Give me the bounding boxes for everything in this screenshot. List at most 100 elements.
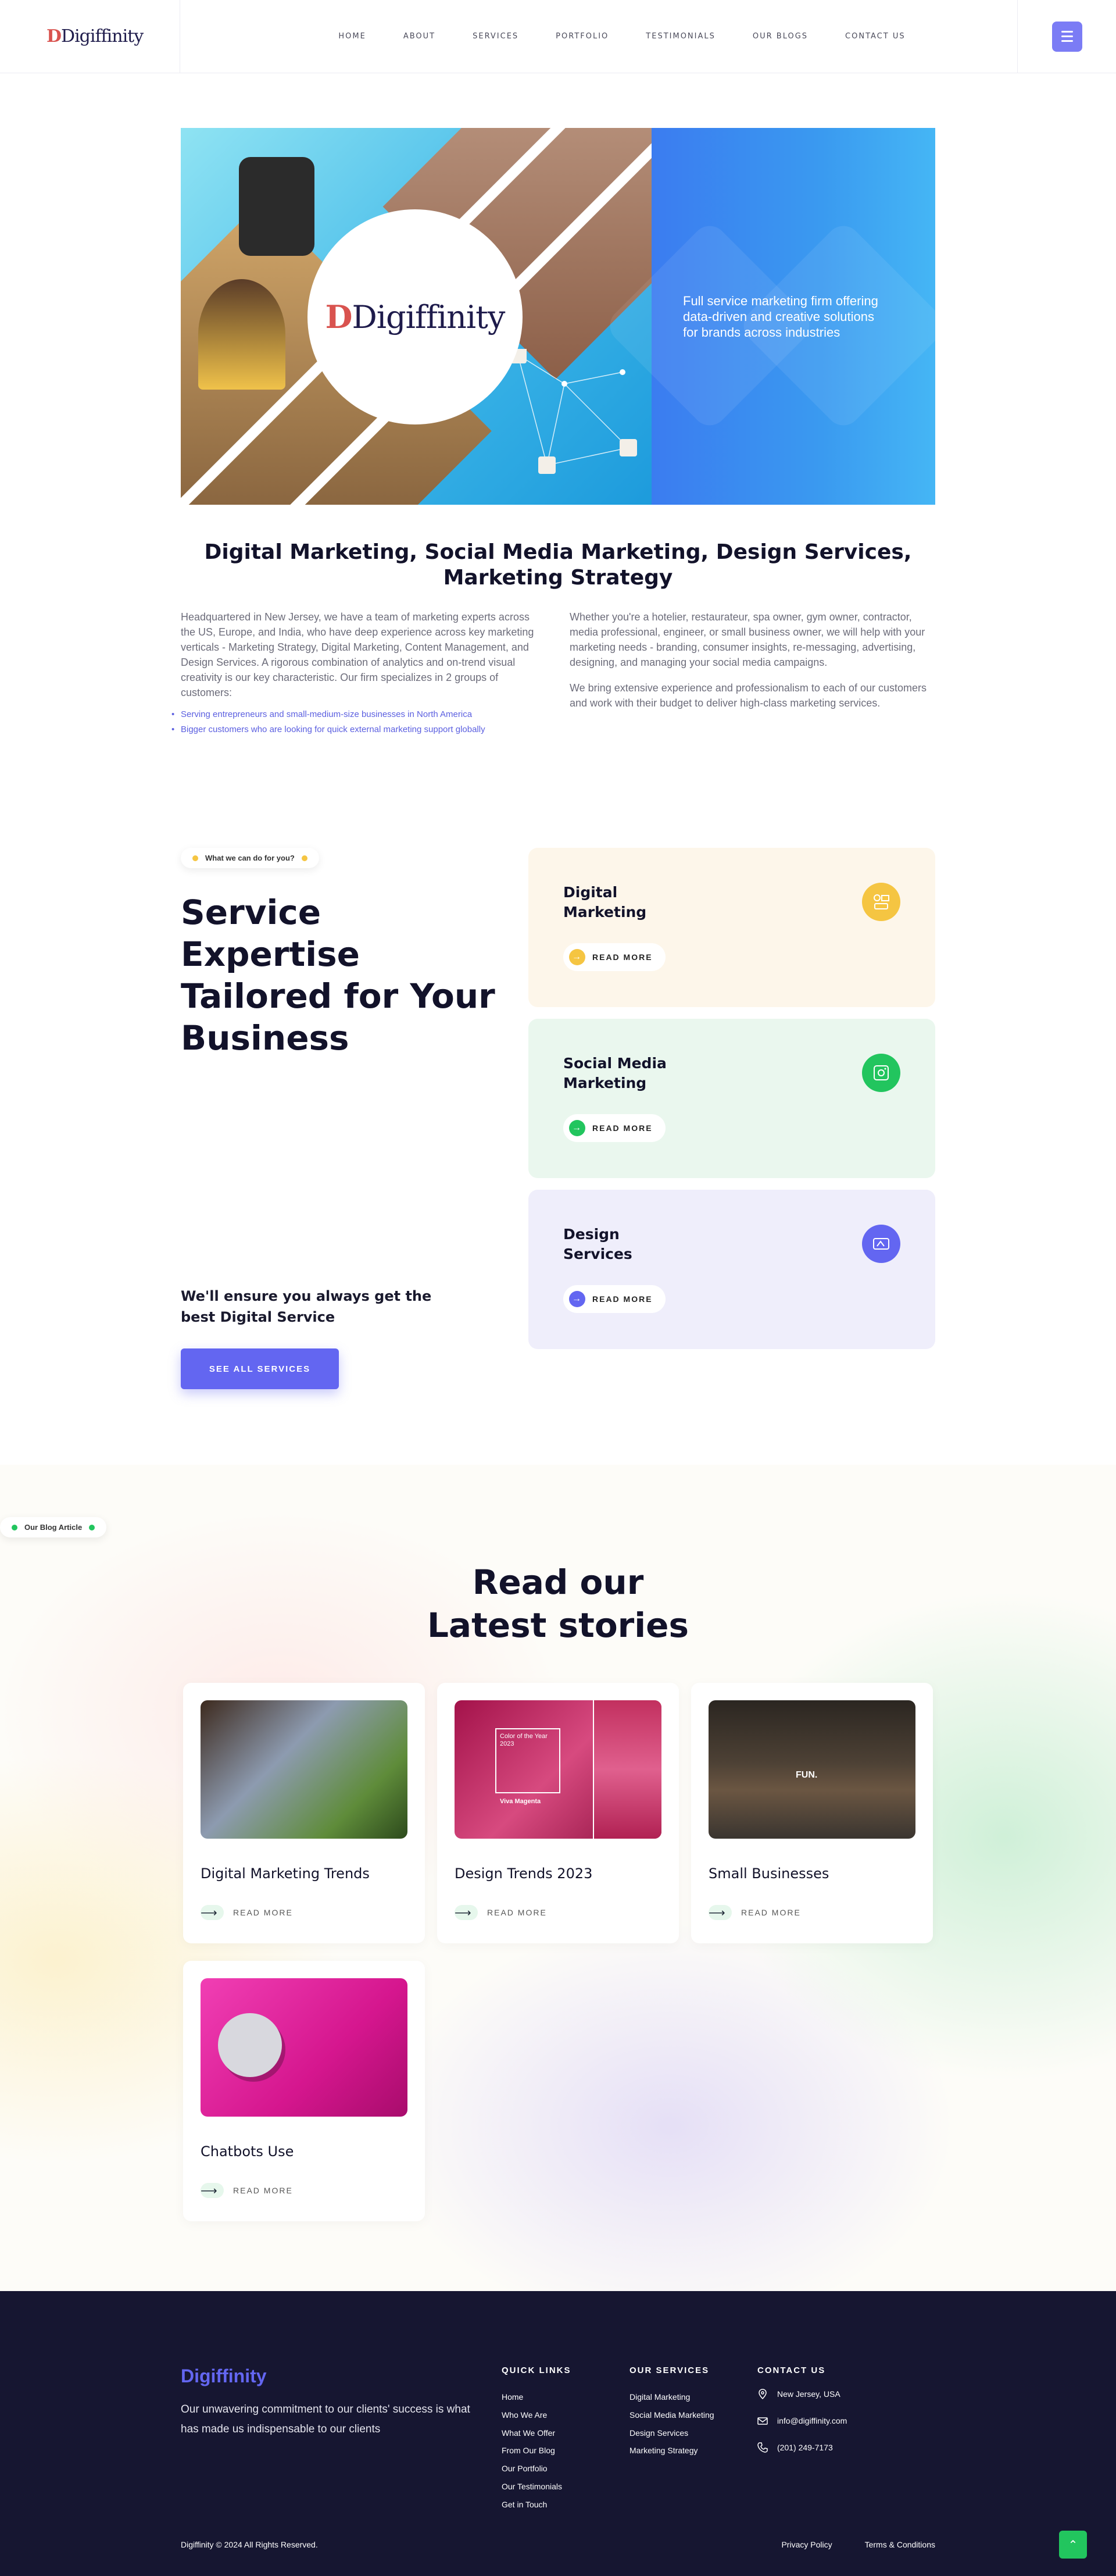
- service-card-title: Digital Marketing: [563, 884, 647, 920]
- read-more-link[interactable]: ⟶ READ MORE: [201, 2183, 407, 2198]
- blog-card-title[interactable]: Design Trends 2023: [455, 1865, 661, 1882]
- contact-phone[interactable]: (201) 249-7173: [757, 2442, 885, 2453]
- customer-groups-list: Serving entrepreneurs and small-medium-s…: [171, 707, 546, 737]
- arrow-right-icon: ⟶: [201, 2183, 224, 2198]
- intro-section: Digital Marketing, Social Media Marketin…: [171, 540, 935, 737]
- service-card-title: Social Media Marketing: [563, 1055, 667, 1091]
- footer-tagline: Our unwavering commitment to our clients…: [181, 2403, 470, 2435]
- contact-email[interactable]: info@digiffinity.com: [757, 2415, 885, 2427]
- terms-conditions-link[interactable]: Terms & Conditions: [865, 2540, 935, 2549]
- hero-logo-circle: DDigiffinity: [307, 209, 523, 424]
- hamburger-menu-icon[interactable]: [1051, 21, 1082, 52]
- footer-columns: Digiffinity Our unwavering commitment to…: [181, 2366, 935, 2514]
- nav-portfolio[interactable]: PORTFOLIO: [556, 32, 609, 41]
- footer-contact: CONTACT US New Jersey, USA info@digiffin…: [757, 2366, 885, 2514]
- read-more-link[interactable]: ⟶ READ MORE: [201, 1905, 407, 1920]
- nav-contact-us[interactable]: CONTACT US: [845, 32, 906, 41]
- site-logo[interactable]: DDigiffinity: [46, 26, 144, 47]
- footer-link-portfolio[interactable]: Our Portfolio: [502, 2460, 629, 2478]
- footer-link-who-we-are[interactable]: Who We Are: [502, 2406, 629, 2424]
- arrow-right-icon: ⟶: [709, 1905, 732, 1920]
- footer-link-blog[interactable]: From Our Blog: [502, 2442, 629, 2460]
- intro-left-text: Headquartered in New Jersey, we have a t…: [181, 611, 534, 698]
- chat-bubble-icon: [218, 2013, 282, 2077]
- blog-card[interactable]: Chatbots Use ⟶ READ MORE: [183, 1961, 425, 2221]
- blog-card-title[interactable]: Small Businesses: [709, 1865, 915, 1882]
- hero-tagline-panel: Full service marketing firm offering dat…: [603, 128, 935, 505]
- footer-link-marketing-strategy[interactable]: Marketing Strategy: [629, 2442, 757, 2460]
- viva-magenta-label: Viva Magenta: [500, 1798, 541, 1805]
- copyright-text: Digiffinity © 2024 All Rights Reserved.: [181, 2540, 318, 2549]
- location-pin-icon: [759, 2389, 767, 2399]
- service-cards: Digital Marketing → READ MORE Social Med…: [528, 848, 935, 1389]
- intro-right-text-2: We bring extensive experience and profes…: [570, 682, 927, 709]
- arrow-right-icon: →: [569, 1120, 585, 1136]
- footer-link-digital-marketing[interactable]: Digital Marketing: [629, 2388, 757, 2406]
- service-card-social-media[interactable]: Social Media Marketing → READ MORE: [528, 1019, 935, 1178]
- blog-header: Our Blog Article Read our Latest stories: [0, 1517, 1116, 1647]
- footer-link-testimonials[interactable]: Our Testimonials: [502, 2478, 629, 2496]
- footer-services: OUR SERVICES Digital Marketing Social Me…: [629, 2366, 757, 2514]
- nav-our-blogs[interactable]: OUR BLOGS: [753, 32, 808, 41]
- contact-location: New Jersey, USA: [757, 2388, 885, 2400]
- dot-icon: [301, 855, 307, 861]
- footer-logo[interactable]: Digiffinity: [181, 2366, 502, 2387]
- footer-brand: Digiffinity Our unwavering commitment to…: [181, 2366, 502, 2514]
- blog-heading: Read our Latest stories: [427, 1562, 689, 1645]
- digital-marketing-icon: [862, 883, 900, 921]
- read-more-button[interactable]: → READ MORE: [563, 1114, 666, 1142]
- blog-card[interactable]: Color of the Year 2023 Viva Magenta Desi…: [437, 1683, 679, 1943]
- arrow-right-icon: ⟶: [455, 1905, 478, 1920]
- service-card-title: Design Services: [563, 1226, 632, 1262]
- blog-grid: Digital Marketing Trends ⟶ READ MORE Col…: [183, 1683, 933, 2221]
- blog-section: Our Blog Article Read our Latest stories…: [0, 1465, 1116, 2291]
- footer-link-design-services[interactable]: Design Services: [629, 2424, 757, 2442]
- intro-left-column: Headquartered in New Jersey, we have a t…: [171, 609, 546, 737]
- read-more-link[interactable]: ⟶ READ MORE: [709, 1905, 915, 1920]
- hero-logo: DDigiffinity: [325, 298, 506, 336]
- nav-about[interactable]: ABOUT: [403, 32, 435, 41]
- logo-container[interactable]: DDigiffinity: [0, 0, 180, 73]
- nav-testimonials[interactable]: TESTIMONIALS: [646, 32, 716, 41]
- service-card-design-services[interactable]: Design Services → READ MORE: [528, 1190, 935, 1349]
- nav-home[interactable]: HOME: [338, 32, 366, 41]
- footer-link-what-we-offer[interactable]: What We Offer: [502, 2424, 629, 2442]
- design-icon: [862, 1225, 900, 1263]
- main-nav: HOME ABOUT SERVICES PORTFOLIO TESTIMONIA…: [180, 32, 1017, 41]
- service-card-digital-marketing[interactable]: Digital Marketing → READ MORE: [528, 848, 935, 1007]
- see-all-services-button[interactable]: SEE ALL SERVICES: [181, 1348, 339, 1389]
- shirt-text: FUN.: [796, 1770, 818, 1780]
- arrow-right-icon: →: [569, 1291, 585, 1307]
- footer-link-get-in-touch[interactable]: Get in Touch: [502, 2496, 629, 2514]
- magenta-swatches: [593, 1700, 661, 1839]
- scroll-to-top-icon[interactable]: ⌃: [1059, 2531, 1087, 2559]
- read-more-button[interactable]: → READ MORE: [563, 1285, 666, 1313]
- footer-bottom-bar: Digiffinity © 2024 All Rights Reserved. …: [181, 2540, 935, 2549]
- footer-quick-links: QUICK LINKS Home Who We Are What We Offe…: [502, 2366, 629, 2514]
- footer-link-home[interactable]: Home: [502, 2388, 629, 2406]
- services-pill-badge: What we can do for you?: [181, 848, 319, 868]
- blog-card[interactable]: FUN. Small Businesses ⟶ READ MORE: [691, 1683, 933, 1943]
- blog-card[interactable]: Digital Marketing Trends ⟶ READ MORE: [183, 1683, 425, 1943]
- blog-image-shoppers[interactable]: [201, 1700, 407, 1839]
- blog-card-title[interactable]: Digital Marketing Trends: [201, 1865, 407, 1882]
- dot-icon: [192, 855, 198, 861]
- blog-image-chatbot[interactable]: [201, 1978, 407, 2117]
- social-media-icon: [862, 1054, 900, 1092]
- mail-icon: [757, 2417, 768, 2425]
- read-more-link[interactable]: ⟶ READ MORE: [455, 1905, 661, 1920]
- services-intro: What we can do for you? Service Expertis…: [181, 848, 506, 1389]
- privacy-policy-link[interactable]: Privacy Policy: [781, 2540, 832, 2549]
- blog-image-viva-magenta[interactable]: Color of the Year 2023 Viva Magenta: [455, 1700, 661, 1839]
- blog-card-title[interactable]: Chatbots Use: [201, 2143, 407, 2160]
- phone-icon: [757, 2442, 768, 2453]
- list-item: Serving entrepreneurs and small-medium-s…: [171, 707, 546, 722]
- read-more-button[interactable]: → READ MORE: [563, 943, 666, 971]
- intro-right-text-1: Whether you're a hotelier, restaurateur,…: [570, 611, 925, 668]
- network-graphic: [509, 349, 637, 474]
- site-header: DDigiffinity HOME ABOUT SERVICES PORTFOL…: [0, 0, 1116, 73]
- footer-link-social-media-marketing[interactable]: Social Media Marketing: [629, 2406, 757, 2424]
- blog-image-small-business[interactable]: FUN.: [709, 1700, 915, 1839]
- nav-services[interactable]: SERVICES: [473, 32, 518, 41]
- dot-icon: [12, 1524, 17, 1530]
